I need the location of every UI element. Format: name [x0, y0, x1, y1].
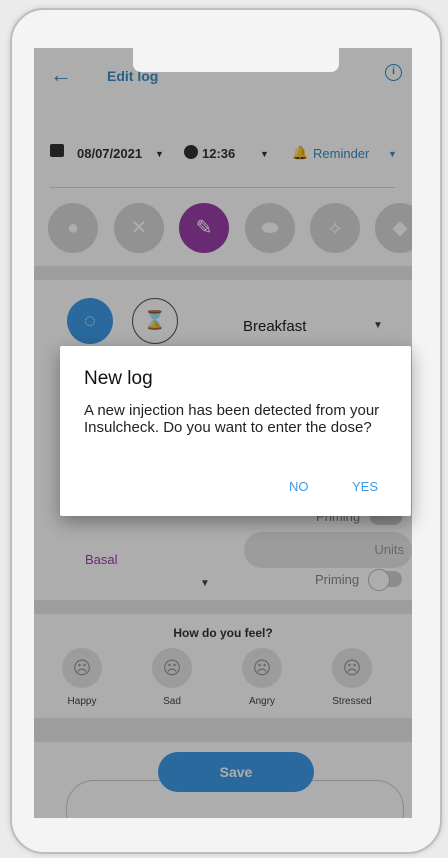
yes-button[interactable]: YES [352, 479, 378, 494]
dialog-message: A new injection has been detected from y… [84, 402, 380, 436]
phone-notch [133, 48, 339, 72]
dialog-title: New log [84, 368, 153, 389]
no-button[interactable]: NO [289, 479, 309, 494]
new-log-dialog: New log A new injection has been detecte… [60, 346, 411, 516]
